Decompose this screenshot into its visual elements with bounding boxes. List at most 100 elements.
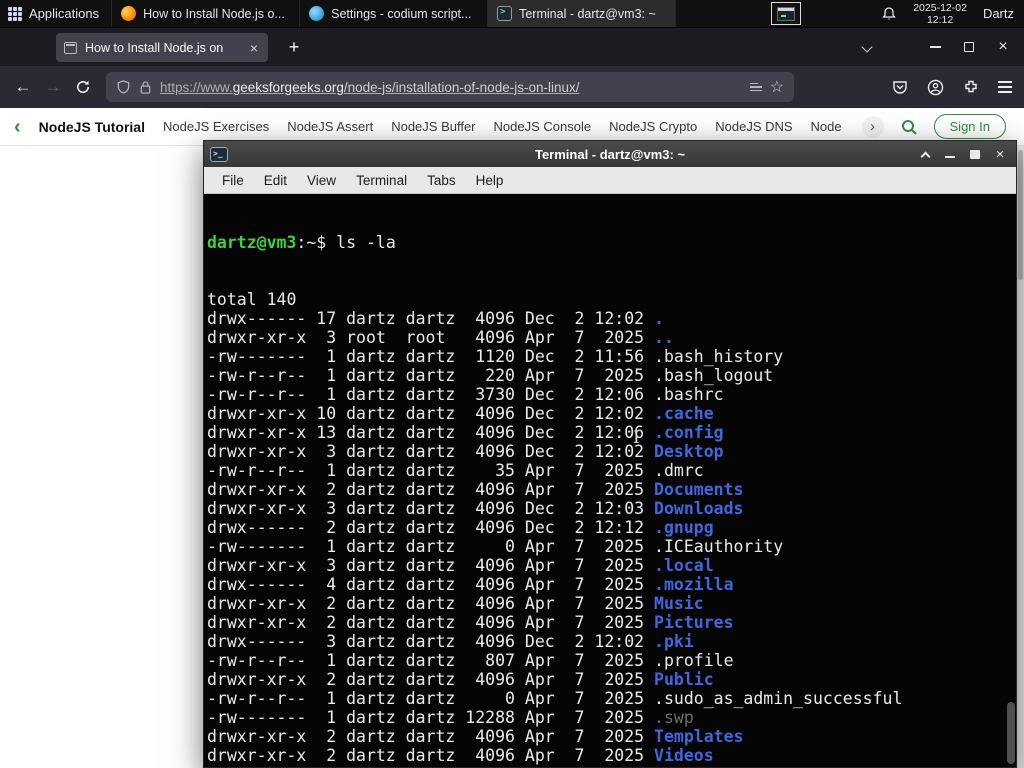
nav-item-nodejs-dns[interactable]: NodeJS DNS <box>715 119 792 134</box>
prompt-symbol: $ <box>316 233 337 252</box>
ls-entry-.bash_logout: .bash_logout <box>654 366 774 385</box>
url-path: /node-js/installation-of-node-js-on-linu… <box>343 79 580 95</box>
browser-minimize-button[interactable] <box>922 36 948 58</box>
nav-item-nodejs-console[interactable]: NodeJS Console <box>494 119 592 134</box>
url-scheme: https://www. <box>160 79 233 95</box>
panel-window-label: Terminal - dartz@vm3: ~ <box>519 6 656 21</box>
desktop-panel: Applications How to Install Node.js o...… <box>0 0 1024 28</box>
terminal-line: drwx------ 4 dartz dartz 4096 Apr 7 2025… <box>207 575 734 594</box>
nav-prev-chevron-icon[interactable]: ‹ <box>14 117 21 137</box>
terminal-window-buttons: × <box>915 145 1010 163</box>
terminal-scrollbar-thumb[interactable] <box>1007 702 1015 764</box>
url-text: https://www.geeksforgeeks.org/node-js/in… <box>160 80 742 95</box>
tracking-shield-icon[interactable] <box>116 79 131 95</box>
terminal-menu-tabs[interactable]: Tabs <box>417 173 466 188</box>
ls-entry-..: .. <box>654 328 674 347</box>
panel-window-codium[interactable]: Settings - codium script... <box>300 0 489 27</box>
ls-entry-Videos: Videos <box>654 746 714 765</box>
account-icon[interactable] <box>927 79 944 96</box>
ls-entry-.config: .config <box>654 423 724 442</box>
terminal-screen[interactable]: dartz@vm3:~$ ls -la total 140 drwx------ … <box>204 194 1016 767</box>
nav-item-active[interactable]: NodeJS Tutorial <box>39 119 145 135</box>
terminal-menu-view[interactable]: View <box>297 173 346 188</box>
panel-clock[interactable]: 2025-12-02 12:12 <box>913 2 967 26</box>
site-nav-right: › Sign In <box>861 114 1010 139</box>
tab-close-icon[interactable]: × <box>248 40 260 56</box>
reader-view-icon[interactable] <box>749 82 762 92</box>
terminal-line: drwxr-xr-x 10 dartz dartz 4096 Dec 2 12:… <box>207 404 714 423</box>
ls-entry-.ICEauthority: .ICEauthority <box>654 537 784 556</box>
nav-item-nodejs-assert[interactable]: NodeJS Assert <box>287 119 373 134</box>
panel-username[interactable]: Dartz <box>983 6 1014 21</box>
applications-label: Applications <box>29 6 100 21</box>
ls-entry-Templates: Templates <box>654 727 744 746</box>
site-nav-items: NodeJS Exercises NodeJS Assert NodeJS Buff… <box>163 119 842 134</box>
page-scrollbar-thumb[interactable] <box>1018 150 1023 280</box>
terminal-line: -rw------- 1 dartz dartz 1120 Dec 2 11:5… <box>207 347 784 366</box>
ls-entry-Public: Public <box>654 670 714 689</box>
browser-toolbar: ← → https://www.geeksforgeeks.org/node-j… <box>0 66 1024 108</box>
notifications-bell-icon[interactable] <box>881 6 897 22</box>
panel-window-buttons: How to Install Node.js o... Settings - co… <box>112 0 677 27</box>
terminal-minimize-button[interactable] <box>940 145 960 163</box>
browser-tab-active[interactable]: How to Install Node.js on × <box>56 33 268 62</box>
page-scrollbar[interactable] <box>1017 146 1024 768</box>
panel-window-terminal[interactable]: Terminal - dartz@vm3: ~ <box>488 0 677 27</box>
ls-entry-.viminfo: .viminfo <box>654 765 733 767</box>
back-button[interactable]: ← <box>8 77 38 97</box>
sign-in-button[interactable]: Sign In <box>933 114 1006 139</box>
codium-icon <box>309 6 325 21</box>
terminal-line: -rw-r--r-- 1 dartz dartz 0 Apr 7 2025 .s… <box>207 689 903 708</box>
terminal-line: drwxr-xr-x 3 root root 4096 Apr 7 2025 .… <box>207 328 674 347</box>
forward-button[interactable]: → <box>38 77 68 97</box>
nav-item-node[interactable]: Node <box>811 119 842 134</box>
terminal-menu-file[interactable]: File <box>212 173 254 188</box>
ls-entry-.cache: .cache <box>654 404 714 423</box>
tab-title: How to Install Node.js on <box>85 40 224 55</box>
panel-window-firefox[interactable]: How to Install Node.js o... <box>112 0 301 27</box>
ls-entry-.gnupg: .gnupg <box>654 518 714 537</box>
nav-item-nodejs-buffer[interactable]: NodeJS Buffer <box>391 119 475 134</box>
terminal-menu-edit[interactable]: Edit <box>254 173 297 188</box>
site-search-icon[interactable] <box>900 118 918 136</box>
browser-maximize-button[interactable] <box>956 36 982 58</box>
new-tab-button[interactable]: + <box>282 36 306 60</box>
terminal-titlebar[interactable]: Terminal - dartz@vm3: ~ × <box>204 141 1016 167</box>
nav-item-nodejs-crypto[interactable]: NodeJS Crypto <box>609 119 697 134</box>
tray-terminal-indicator[interactable] <box>771 2 802 25</box>
browser-close-button[interactable]: × <box>990 36 1016 58</box>
terminal-line: total 140 <box>207 290 297 309</box>
terminal-line: drwxr-xr-x 2 dartz dartz 4096 Apr 7 2025… <box>207 670 714 689</box>
terminal-maximize-button[interactable] <box>965 145 985 163</box>
ls-entry-.bash_history: .bash_history <box>654 347 784 366</box>
ls-entry-Documents: Documents <box>654 480 744 499</box>
terminal-shade-button[interactable] <box>915 145 935 163</box>
terminal-line: drwxr-xr-x 2 dartz dartz 4096 Apr 7 2025… <box>207 613 734 632</box>
list-tabs-chevron-icon[interactable] <box>862 42 872 52</box>
ls-entry-.local: .local <box>654 556 714 575</box>
terminal-close-button[interactable]: × <box>990 145 1010 163</box>
nav-next-chevron-icon[interactable]: › <box>861 115 884 138</box>
clock-date: 2025-12-02 <box>913 1 967 14</box>
reload-button[interactable] <box>68 79 98 95</box>
ls-entry-.swp: .swp <box>654 708 694 727</box>
panel-window-label: How to Install Node.js o... <box>143 6 285 21</box>
pocket-icon[interactable] <box>892 79 908 95</box>
nav-item-nodejs-exercises[interactable]: NodeJS Exercises <box>163 119 269 134</box>
terminal-line: -rw-r--r-- 1 dartz dartz 807 Apr 7 2025 … <box>207 651 734 670</box>
terminal-menu-terminal[interactable]: Terminal <box>346 173 417 188</box>
lock-icon[interactable] <box>139 80 152 95</box>
ls-entry-.sudo_as_admin_successful: .sudo_as_admin_successful <box>654 689 903 708</box>
extensions-icon[interactable] <box>963 79 979 95</box>
url-domain: geeksforgeeks.org <box>232 79 344 95</box>
terminal-title: Terminal - dartz@vm3: ~ <box>534 146 686 162</box>
ls-entry-.pki: .pki <box>654 632 694 651</box>
terminal-line: drwxr-xr-x 3 dartz dartz 4096 Apr 7 2025… <box>207 556 714 575</box>
ls-entry-Pictures: Pictures <box>654 613 734 632</box>
bookmark-star-icon[interactable]: ☆ <box>770 77 784 97</box>
applications-menu-button[interactable]: Applications <box>0 0 113 27</box>
terminal-line: -rw------- 1 dartz dartz 532 Apr 7 2025 … <box>207 765 1016 767</box>
menu-icon[interactable] <box>998 81 1012 93</box>
terminal-menu-help[interactable]: Help <box>466 173 514 188</box>
url-bar[interactable]: https://www.geeksforgeeks.org/node-js/in… <box>106 72 794 102</box>
